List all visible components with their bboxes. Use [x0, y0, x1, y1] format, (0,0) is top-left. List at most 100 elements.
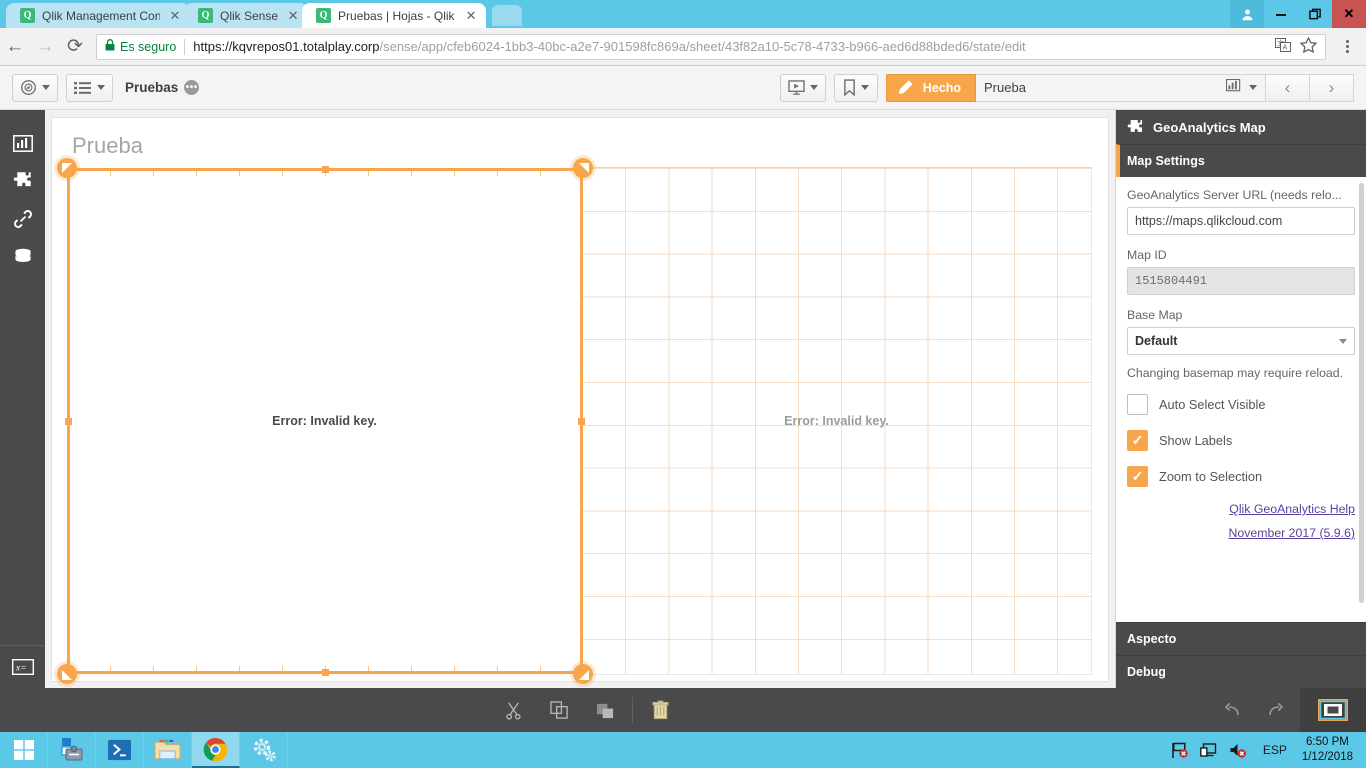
browser-tab-2[interactable]: Q Pruebas | Hojas - Qlik Se ✕: [302, 3, 487, 28]
chart-thumb-icon[interactable]: [1225, 78, 1243, 97]
server-url-value: https://maps.qlikcloud.com: [1135, 214, 1283, 228]
section-debug[interactable]: Debug: [1116, 655, 1366, 688]
close-icon[interactable]: ✕: [464, 9, 478, 23]
sheet-canvas[interactable]: Prueba Error: Invalid key. Error: Invali…: [45, 110, 1115, 688]
monitor-icon[interactable]: [1199, 740, 1219, 760]
cut-button[interactable]: [490, 688, 536, 732]
delete-button[interactable]: [637, 688, 683, 732]
section-label: Aspecto: [1127, 632, 1177, 646]
paste-button[interactable]: [582, 688, 628, 732]
restore-button[interactable]: [1298, 0, 1332, 28]
geoanalytics-map-secondary[interactable]: Error: Invalid key.: [581, 167, 1092, 675]
windows-logo-icon: [13, 740, 34, 760]
checkbox-box[interactable]: ✓: [1127, 466, 1148, 487]
star-icon[interactable]: [1299, 36, 1318, 56]
sidebar-item-custom-objects[interactable]: [0, 162, 45, 200]
sidebar-item-fields[interactable]: [0, 238, 45, 276]
taskbar-item-powershell[interactable]: [96, 732, 144, 768]
browser-tab-1[interactable]: Q Qlik Sense ✕: [184, 3, 309, 28]
reload-icon[interactable]: ⟳: [60, 32, 90, 62]
taskbar-item-file-explorer[interactable]: [144, 732, 192, 768]
checkbox-box[interactable]: [1127, 394, 1148, 415]
folder-icon: [154, 739, 181, 760]
database-icon: [14, 248, 31, 262]
object-error-text: Error: Invalid key.: [784, 414, 889, 428]
close-icon[interactable]: ✕: [168, 9, 182, 23]
forward-icon[interactable]: →: [30, 32, 60, 62]
checkbox-label: Auto Select Visible: [1159, 397, 1266, 412]
checkbox-show-labels[interactable]: ✓ Show Labels: [1127, 430, 1355, 451]
nav-menu-button[interactable]: [12, 73, 58, 102]
close-icon[interactable]: ✕: [286, 9, 300, 23]
chrome-icon: [203, 737, 228, 761]
help-link[interactable]: Qlik GeoAnalytics Help: [1127, 502, 1355, 516]
chevron-down-icon[interactable]: [1249, 85, 1257, 90]
sidebar-item-master-items[interactable]: [0, 200, 45, 238]
checkbox-auto-select-visible[interactable]: Auto Select Visible: [1127, 394, 1355, 415]
panel-scrollbar[interactable]: [1359, 183, 1364, 603]
bookmark-button[interactable]: [833, 73, 878, 102]
taskbar-item-google-chrome[interactable]: [192, 732, 240, 768]
undo-button[interactable]: [1208, 688, 1254, 732]
server-manager-icon: [61, 738, 82, 761]
sheet-list-button[interactable]: [66, 73, 113, 102]
done-label: Hecho: [922, 80, 961, 95]
user-profile-icon[interactable]: [1230, 0, 1264, 28]
copy-button[interactable]: [536, 688, 582, 732]
back-icon[interactable]: ←: [0, 32, 30, 62]
compass-icon: [21, 80, 36, 95]
new-tab-button[interactable]: [492, 5, 523, 26]
map-id-label: Map ID: [1127, 248, 1167, 262]
sheet-surface[interactable]: Prueba Error: Invalid key. Error: Invali…: [51, 117, 1109, 684]
clock[interactable]: 6:50 PM 1/12/2018: [1302, 735, 1357, 765]
story-button[interactable]: [779, 73, 826, 102]
version-link[interactable]: November 2017 (5.9.6): [1127, 526, 1355, 540]
minimize-button[interactable]: [1264, 0, 1298, 28]
redo-button[interactable]: [1254, 688, 1300, 732]
prev-sheet-button[interactable]: ‹: [1266, 73, 1310, 102]
section-aspecto[interactable]: Aspecto: [1116, 622, 1366, 655]
address-bar[interactable]: Es seguro https://kqvrepos01.totalplay.c…: [96, 33, 1326, 60]
close-button[interactable]: ✕: [1332, 0, 1366, 28]
checkbox-box[interactable]: ✓: [1127, 430, 1148, 451]
kebab-menu-icon[interactable]: [1334, 40, 1360, 53]
edit-toolbar-spacer: [0, 688, 490, 732]
svg-text:A: A: [1283, 45, 1288, 52]
taskbar-item-server-manager[interactable]: [48, 732, 96, 768]
speaker-muted-icon[interactable]: [1228, 740, 1248, 760]
puzzle-piece-icon: [13, 172, 31, 187]
prev-label: ‹: [1284, 77, 1291, 97]
map-id-input: 1515804491: [1127, 267, 1355, 295]
taskbar-item-settings[interactable]: [240, 732, 288, 768]
geoanalytics-map-selected[interactable]: Error: Invalid key.: [67, 167, 582, 675]
lock-icon: [105, 39, 115, 54]
app-name: Pruebas •••: [125, 80, 200, 95]
checkbox-zoom-to-selection[interactable]: ✓ Zoom to Selection: [1127, 466, 1355, 487]
sidebar-item-charts[interactable]: [0, 124, 45, 162]
sheet-name-field[interactable]: Prueba: [976, 73, 1266, 102]
left-sidebar: x=: [0, 110, 45, 688]
translate-icon[interactable]: 文A: [1275, 38, 1291, 55]
story-icon: [788, 79, 805, 95]
sheet-preview-button[interactable]: [1300, 688, 1366, 732]
section-map-settings[interactable]: Map Settings: [1116, 144, 1366, 177]
server-url-input[interactable]: https://maps.qlikcloud.com: [1127, 207, 1355, 235]
property-panel-title: GeoAnalytics Map: [1153, 119, 1266, 135]
section-label: Map Settings: [1127, 154, 1205, 168]
taskbar-item-start[interactable]: [0, 732, 48, 768]
property-panel-header: GeoAnalytics Map: [1116, 110, 1366, 144]
flag-error-icon[interactable]: [1170, 740, 1190, 760]
base-map-value: Default: [1135, 334, 1178, 348]
language-indicator[interactable]: ESP: [1257, 743, 1293, 757]
sidebar-item-expression[interactable]: x=: [0, 646, 45, 688]
base-map-select[interactable]: Default: [1127, 327, 1355, 355]
paste-icon: [596, 703, 613, 718]
object-error-text: Error: Invalid key.: [272, 414, 377, 428]
link-icon: [13, 210, 32, 228]
browser-tab-0[interactable]: Q Qlik Management Conso ✕: [6, 3, 190, 28]
done-button[interactable]: Hecho: [885, 73, 976, 102]
expression-icon: x=: [11, 659, 34, 675]
next-sheet-button[interactable]: ›: [1310, 73, 1354, 102]
scissors-icon: [505, 702, 521, 720]
undo-arrow-icon: [1224, 702, 1239, 716]
